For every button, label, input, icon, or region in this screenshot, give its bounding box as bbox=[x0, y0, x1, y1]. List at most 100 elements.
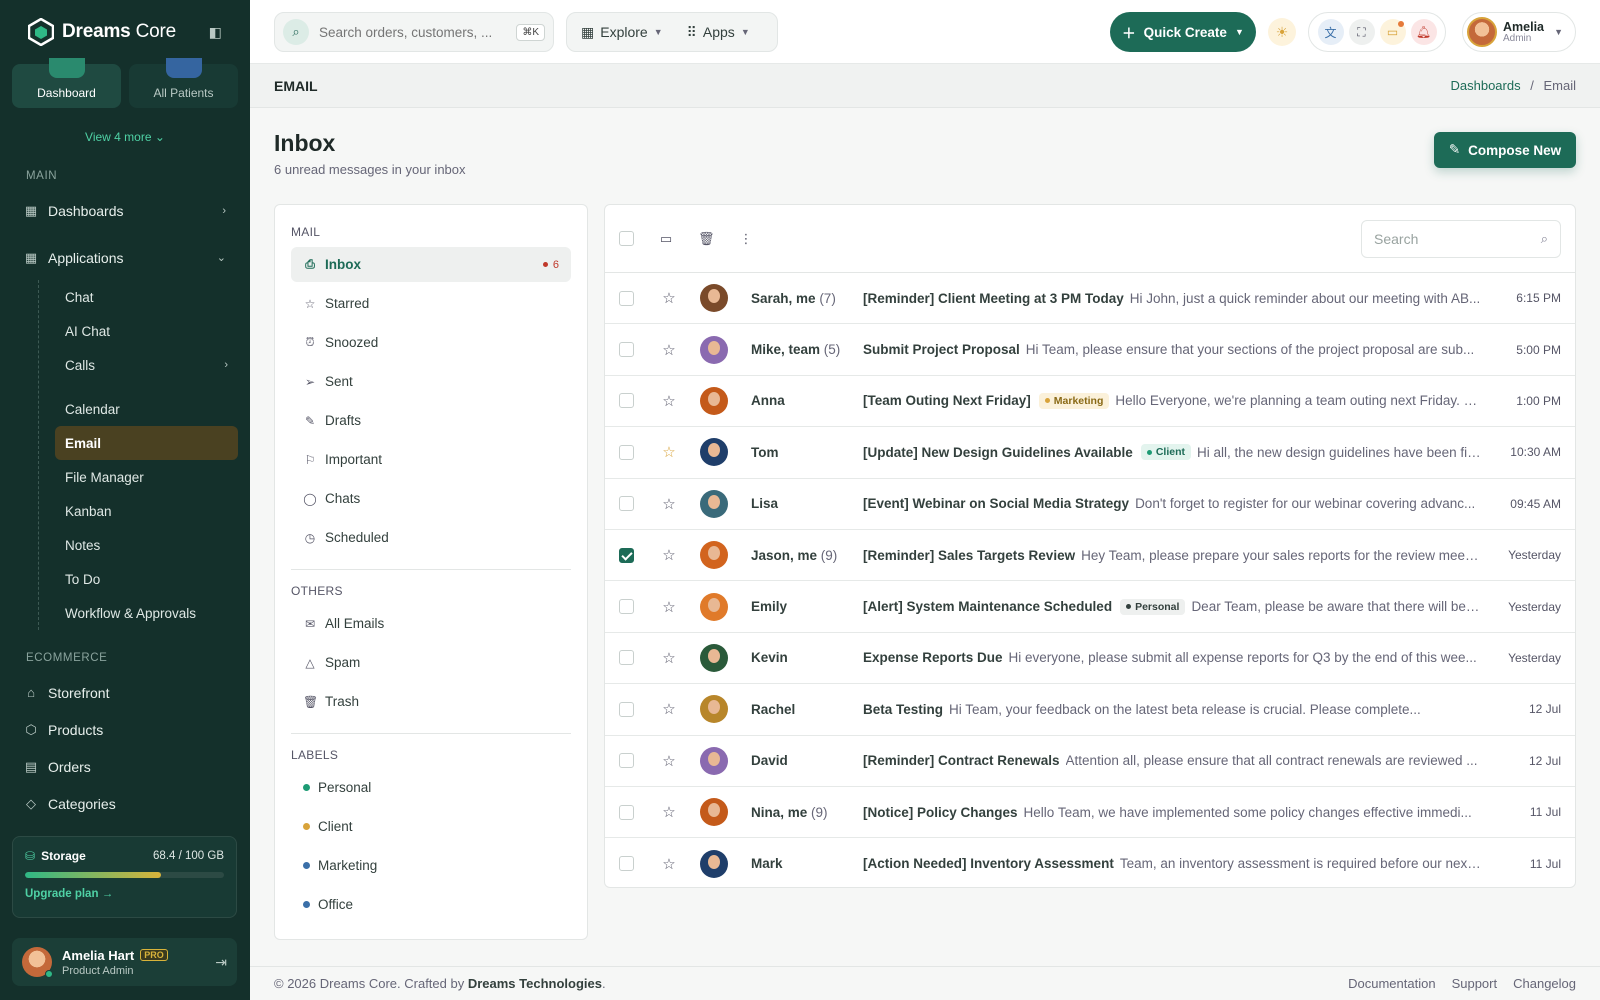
folder-spam[interactable]: △ Spam bbox=[291, 645, 571, 680]
fullscreen-icon[interactable]: ⛶ bbox=[1348, 19, 1375, 45]
company-link[interactable]: Dreams Technologies bbox=[468, 976, 602, 991]
explore-menu[interactable]: ▦ Explore ▼ bbox=[581, 24, 663, 41]
email-row[interactable]: ☆ Rachel Beta Testing Hi Team, your feedba… bbox=[605, 684, 1575, 736]
folder-important[interactable]: ⚐ Important bbox=[291, 442, 571, 477]
email-row[interactable]: ☆ Kevin Expense Reports Due Hi everyone, p… bbox=[605, 633, 1575, 685]
email-row[interactable]: ☆ David [Reminder] Contract Renewals Atten… bbox=[605, 736, 1575, 787]
sidebar-item-kanban[interactable]: Kanban bbox=[39, 494, 238, 528]
select-all-checkbox[interactable] bbox=[619, 231, 634, 246]
folder-starred[interactable]: ☆ Starred bbox=[291, 286, 571, 321]
row-checkbox[interactable] bbox=[619, 496, 634, 512]
star-icon[interactable]: ☆ bbox=[662, 649, 676, 667]
messages-icon[interactable]: ▭ bbox=[1379, 19, 1406, 45]
global-search-input[interactable] bbox=[319, 24, 499, 40]
row-checkbox[interactable] bbox=[619, 393, 634, 409]
theme-toggle-sun-icon[interactable]: ☀ bbox=[1268, 18, 1296, 46]
star-icon[interactable]: ☆ bbox=[662, 855, 676, 873]
star-icon[interactable]: ☆ bbox=[662, 443, 676, 461]
folder-trash[interactable]: 🗑︎ Trash bbox=[291, 684, 571, 719]
sidebar-item-file-manager[interactable]: File Manager bbox=[39, 460, 238, 494]
star-icon[interactable]: ☆ bbox=[662, 700, 676, 718]
folder-drafts[interactable]: ✎ Drafts bbox=[291, 403, 571, 438]
translate-icon[interactable]: 文 bbox=[1317, 19, 1344, 45]
row-checkbox[interactable] bbox=[619, 804, 634, 820]
sidebar-item-notes[interactable]: Notes bbox=[39, 528, 238, 562]
folder-scheduled[interactable]: ◷ Scheduled bbox=[291, 520, 571, 555]
folder-inbox[interactable]: ⎙ Inbox 6 bbox=[291, 247, 571, 282]
sidebar-item-dashboards[interactable]: ▦ Dashboards › bbox=[0, 192, 250, 229]
star-icon[interactable]: ☆ bbox=[662, 752, 676, 770]
sidebar-item-applications[interactable]: ▦ Applications ⌄ bbox=[0, 239, 250, 276]
row-checkbox[interactable] bbox=[619, 444, 634, 460]
email-search-input[interactable] bbox=[1374, 230, 1524, 247]
apps-menu[interactable]: ⠿ Apps ▼ bbox=[687, 24, 750, 41]
email-row[interactable]: ☆ Sarah, me (7) [Reminder] Client Meeting … bbox=[605, 273, 1575, 325]
sidebar-item-todo[interactable]: To Do bbox=[39, 562, 238, 596]
email-row[interactable]: ☆ Nina, me (9) [Notice] Policy Changes Hell… bbox=[605, 787, 1575, 839]
tile-dashboard[interactable]: Dashboard bbox=[12, 58, 121, 108]
quick-create-button[interactable]: ＋ Quick Create ▼ bbox=[1110, 12, 1256, 52]
label-client[interactable]: Client bbox=[291, 809, 571, 844]
label-marketing[interactable]: Marketing bbox=[291, 848, 571, 883]
sidebar-user-card[interactable]: Amelia Hart PRO Product Admin ⇥ bbox=[12, 938, 237, 986]
sidebar-item-orders[interactable]: ▤ Orders bbox=[0, 748, 250, 785]
row-checkbox[interactable] bbox=[619, 650, 634, 666]
user-role: Product Admin bbox=[62, 964, 134, 977]
sidebar-item-workflow[interactable]: Workflow & Approvals bbox=[39, 596, 238, 630]
sidebar-item-calls[interactable]: Calls › bbox=[39, 348, 238, 382]
footer-link-changelog[interactable]: Changelog bbox=[1513, 976, 1576, 991]
row-checkbox[interactable] bbox=[619, 599, 634, 615]
archive-icon[interactable]: ▭ bbox=[658, 231, 674, 247]
star-icon[interactable]: ☆ bbox=[662, 289, 676, 307]
row-checkbox[interactable] bbox=[619, 547, 634, 563]
row-checkbox[interactable] bbox=[619, 290, 634, 306]
label-personal[interactable]: Personal bbox=[291, 770, 571, 805]
row-checkbox[interactable] bbox=[619, 701, 634, 717]
logout-icon[interactable]: ⇥ bbox=[215, 954, 227, 971]
star-icon[interactable]: ☆ bbox=[662, 803, 676, 821]
email-row[interactable]: ☆ Mike, team (5) Submit Project Proposal Hi… bbox=[605, 324, 1575, 376]
row-checkbox[interactable] bbox=[619, 342, 634, 358]
sidebar-item-calendar[interactable]: Calendar bbox=[39, 392, 238, 426]
star-icon[interactable]: ☆ bbox=[662, 341, 676, 359]
folder-snoozed[interactable]: ⏰︎ Snoozed bbox=[291, 325, 571, 360]
trash-icon[interactable]: 🗑︎ bbox=[698, 231, 715, 247]
email-preview: Don't forget to register for our webinar… bbox=[1135, 496, 1476, 512]
email-row[interactable]: ☆ Tom [Update] New Design Guidelines Avai… bbox=[605, 427, 1575, 479]
email-row[interactable]: ☆ Lisa [Event] Webinar on Social Media St… bbox=[605, 479, 1575, 530]
global-search[interactable]: ⌕ ⌘K bbox=[274, 12, 554, 52]
sidebar-item-products[interactable]: ⬡ Products bbox=[0, 711, 250, 748]
sidebar-item-email[interactable]: Email bbox=[55, 426, 238, 460]
star-icon[interactable]: ☆ bbox=[662, 598, 676, 616]
sidebar-item-ai-chat[interactable]: AI Chat bbox=[39, 314, 238, 348]
footer-link-documentation[interactable]: Documentation bbox=[1348, 976, 1435, 991]
notification-bell-icon[interactable]: 🔔︎ bbox=[1410, 19, 1437, 45]
label-office[interactable]: Office bbox=[291, 887, 571, 922]
more-vertical-icon[interactable]: ⋮ bbox=[738, 231, 754, 247]
folder-chats[interactable]: ◯ Chats bbox=[291, 481, 571, 516]
sidebar-item-chat[interactable]: Chat bbox=[39, 280, 238, 314]
email-row[interactable]: ☆ Mark [Action Needed] Inventory Assessme… bbox=[605, 838, 1575, 887]
star-icon[interactable]: ☆ bbox=[662, 546, 676, 564]
sidebar-item-storefront[interactable]: ⌂ Storefront bbox=[0, 674, 250, 711]
compose-new-button[interactable]: ✎ Compose New bbox=[1434, 132, 1576, 168]
collapse-sidebar-icon[interactable]: ◧ bbox=[209, 24, 222, 41]
sidebar-item-categories[interactable]: ◇ Categories bbox=[0, 785, 250, 822]
tile-all-patients[interactable]: All Patients bbox=[129, 58, 238, 108]
avatar bbox=[22, 947, 53, 978]
star-icon[interactable]: ☆ bbox=[662, 392, 676, 410]
row-checkbox[interactable] bbox=[619, 856, 634, 872]
view-more-link[interactable]: View 4 more ⌄ bbox=[0, 130, 250, 144]
email-row[interactable]: ☆ Jason, me (9) [Reminder] Sales Targets R… bbox=[605, 530, 1575, 582]
breadcrumb-dashboards[interactable]: Dashboards bbox=[1451, 78, 1521, 93]
upgrade-plan-link[interactable]: Upgrade plan → bbox=[25, 888, 224, 900]
folder-all-emails[interactable]: ✉ All Emails bbox=[291, 606, 571, 641]
footer-link-support[interactable]: Support bbox=[1452, 976, 1498, 991]
user-menu[interactable]: Amelia Admin ▼ bbox=[1462, 12, 1576, 52]
folder-sent[interactable]: ➢ Sent bbox=[291, 364, 571, 399]
email-row[interactable]: ☆ Emily [Alert] System Maintenance Schedu… bbox=[605, 581, 1575, 633]
email-row[interactable]: ☆ Anna [Team Outing Next Friday] Marketing… bbox=[605, 376, 1575, 428]
row-checkbox[interactable] bbox=[619, 753, 634, 769]
email-search[interactable]: ⌕ bbox=[1361, 219, 1561, 258]
star-icon[interactable]: ☆ bbox=[662, 495, 676, 513]
